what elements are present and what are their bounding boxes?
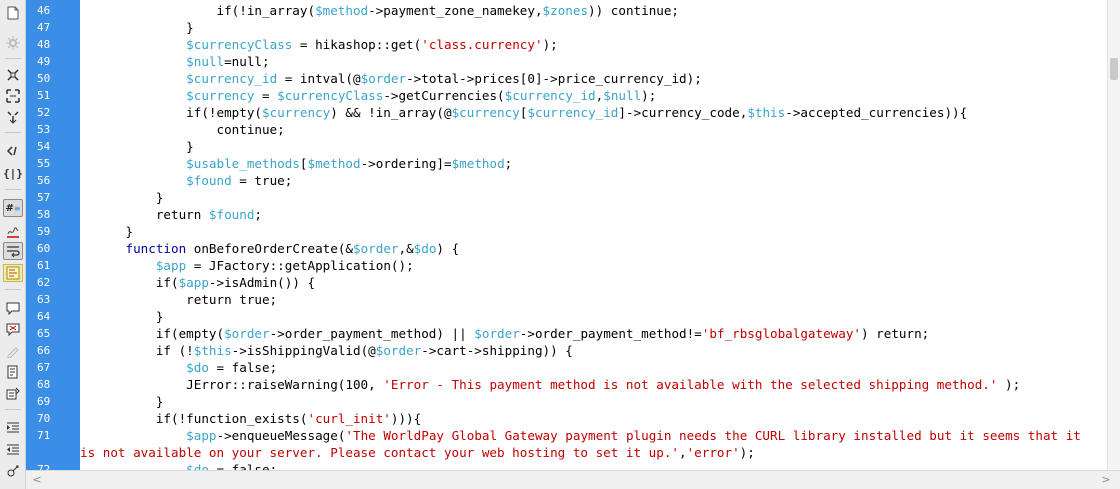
code-editor-window: {|} # ≡ 46 47 48 49 50 51 52 53 54 55 56… (0, 0, 1120, 489)
line-number: 55 (37, 157, 51, 170)
code-line: } (125, 224, 134, 239)
code-line: return true; (125, 292, 278, 307)
code-line: return $found; (125, 207, 262, 222)
code-line: $do = false; (186, 360, 278, 375)
code-line: $app->enqueueMessage('The WorldPay Globa… (186, 428, 1081, 443)
code-line: JError::raiseWarning(100, 'Error - This … (125, 377, 1021, 392)
code-line: $null=null; (186, 54, 270, 69)
line-number: 48 (37, 38, 51, 51)
line-number: 65 (37, 327, 51, 340)
code-line: continue; (125, 122, 285, 137)
line-number: 66 (37, 344, 51, 357)
format-icon[interactable] (3, 462, 23, 480)
scroll-left-arrow-icon[interactable]: < (30, 473, 44, 487)
wrap-tag-icon[interactable] (3, 342, 23, 360)
line-number: 60 (37, 242, 51, 255)
line-numbers-icon[interactable]: # ≡ (3, 199, 23, 217)
code-line: $usable_methods[$method->ordering]=$meth… (186, 156, 513, 171)
scroll-right-arrow-icon[interactable]: > (1099, 473, 1113, 487)
move-css-icon[interactable] (3, 385, 23, 403)
line-number-gutter: 46 47 48 49 50 51 52 53 54 55 56 57 58 59 60 61 62 63 64 65… (26, 0, 80, 470)
line-number: 47 (37, 21, 51, 34)
settings-icon[interactable] (3, 34, 23, 52)
line-number: 68 (37, 378, 51, 391)
line-number: 56 (37, 174, 51, 187)
line-number: 50 (37, 72, 51, 85)
line-number: 52 (37, 106, 51, 119)
word-wrap-icon[interactable] (3, 242, 23, 260)
line-number: 54 (37, 140, 51, 153)
code-line: } (125, 20, 194, 35)
line-number: 62 (37, 276, 51, 289)
recent-snippets-icon[interactable] (3, 363, 23, 381)
collapse-icon[interactable] (3, 66, 23, 84)
code-line: $app = JFactory::getApplication(); (155, 258, 414, 273)
code-line: $currencyClass = hikashop::get('class.cu… (186, 37, 558, 52)
highlight-invalid-icon[interactable] (3, 222, 23, 240)
line-number: 70 (37, 412, 51, 425)
line-number: 71 (37, 429, 51, 442)
code-line: if(!empty($currency) && !in_array(@$curr… (125, 105, 968, 120)
indent-icon[interactable] (3, 419, 23, 437)
comment-icon[interactable] (3, 299, 23, 317)
braces-icon[interactable]: {|} (3, 164, 23, 182)
file-icon[interactable] (3, 4, 23, 22)
line-number: 57 (37, 191, 51, 204)
uncomment-icon[interactable] (3, 320, 23, 338)
code-hint-icon[interactable] (3, 142, 23, 160)
code-line: } (125, 139, 194, 154)
code-line: } (125, 309, 164, 324)
expand-icon[interactable] (3, 87, 23, 105)
code-line: $found = true; (186, 173, 293, 188)
line-number: 61 (37, 259, 51, 272)
line-number: 49 (37, 55, 51, 68)
coding-toolbar: {|} # ≡ (0, 0, 26, 489)
select-icon[interactable] (3, 108, 23, 126)
line-number: 69 (37, 395, 51, 408)
code-area[interactable]: if(!in_array($method->payment_zone_namek… (80, 0, 1107, 470)
line-number: 46 (37, 4, 51, 17)
code-line: if($app->isAdmin()) { (125, 275, 316, 290)
code-line: if (!$this->isShippingValid(@$order->car… (125, 343, 573, 358)
line-number: 53 (37, 123, 51, 136)
code-line: function onBeforeOrderCreate(&$order,&$d… (125, 241, 460, 256)
line-number: 72 (37, 463, 51, 470)
code-line-wrapped: is not available on your server. Please … (80, 445, 755, 460)
line-number: 58 (37, 208, 51, 221)
code-line: $currency = $currencyClass->getCurrencie… (186, 88, 657, 103)
line-number: 59 (37, 225, 51, 238)
vertical-scrollbar-thumb[interactable] (1110, 58, 1118, 80)
outdent-icon[interactable] (3, 441, 23, 459)
code-line: if(!function_exists('curl_init'))){ (125, 411, 422, 426)
line-number: 51 (37, 89, 51, 102)
line-number: 64 (37, 310, 51, 323)
code-line: $currency_id = intval(@$order->total->pr… (186, 71, 702, 86)
code-line: } (125, 394, 164, 409)
line-number: 67 (37, 361, 51, 374)
code-line: if(empty($order->order_payment_method) |… (125, 326, 930, 341)
line-number: 63 (37, 293, 51, 306)
syntax-color-icon[interactable] (3, 264, 23, 282)
vertical-scrollbar[interactable] (1107, 0, 1120, 470)
code-line: } (125, 190, 164, 205)
code-line: if(!in_array($method->payment_zone_namek… (125, 3, 680, 18)
code-line: $do = false; (186, 462, 278, 470)
horizontal-scrollbar[interactable]: < > (26, 470, 1120, 489)
